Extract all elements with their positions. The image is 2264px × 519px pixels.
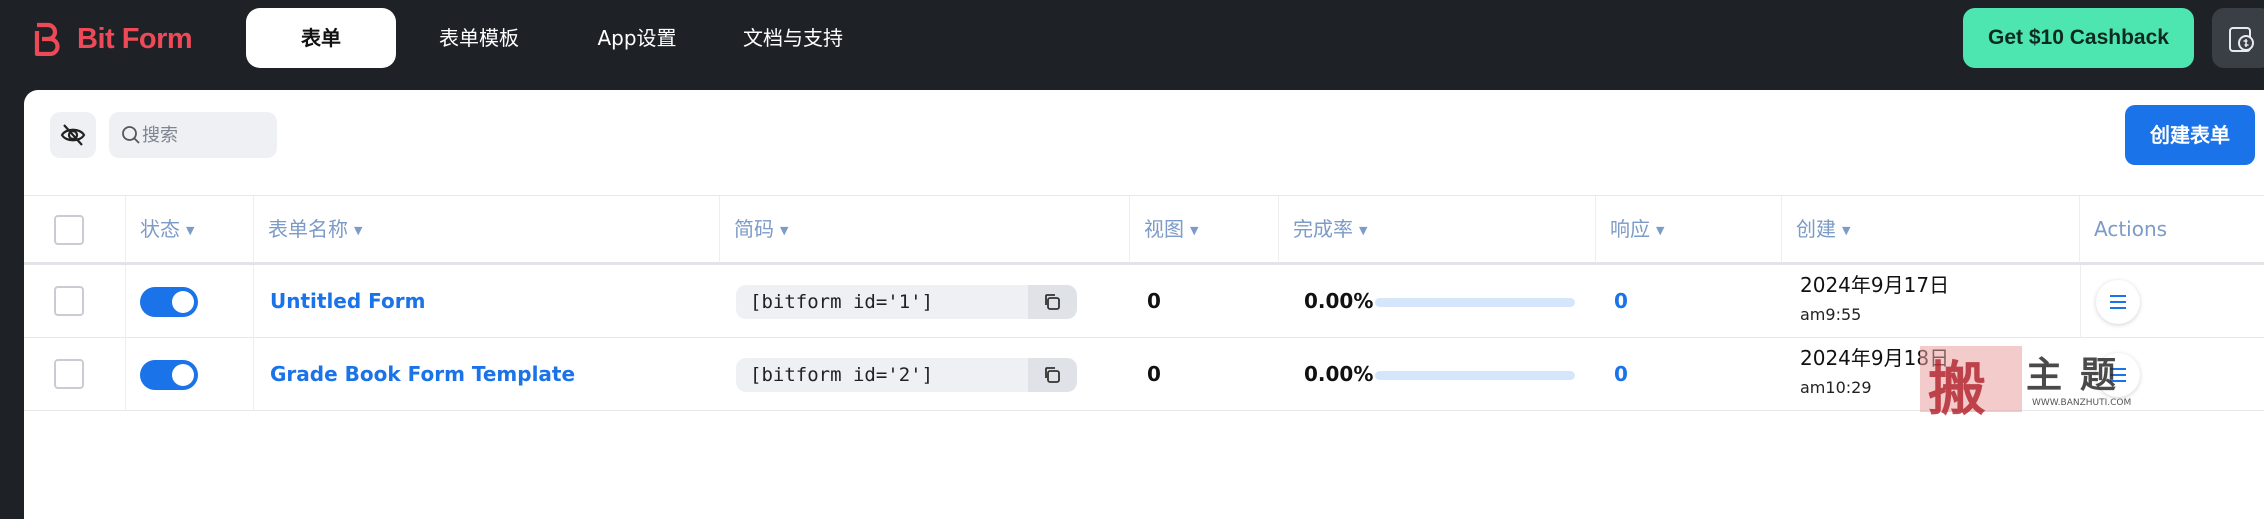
views-count: 0 (1147, 289, 1161, 313)
column-label: 表单名称 (268, 217, 348, 241)
responses-link[interactable]: 0 (1614, 338, 1628, 411)
column-header-status[interactable]: 状态 ▼ (126, 196, 254, 263)
column-label: 简码 (734, 217, 774, 241)
search-input[interactable] (142, 112, 272, 158)
created-time: am9:55 (1800, 305, 1862, 324)
form-name-link[interactable]: Untitled Form (270, 265, 425, 338)
watermark-title: 主题 (2026, 354, 2135, 396)
bit-form-logo-icon (34, 22, 60, 56)
actions-divider (2080, 265, 2081, 338)
forms-panel: 创建表单 状态 ▼ 表单名称 ▼ 简码 ▼ 视图 ▼ 完成率 ▼ 响应 ▼ 创建 ▼ Acti… (24, 90, 2264, 519)
sort-caret-icon: ▼ (1656, 224, 1665, 237)
watermark-url: WWW.BANZHUTI.COM (2032, 398, 2132, 408)
shortcode-text: [bitform id='1'] (750, 291, 934, 313)
tab-app-settings[interactable]: App设置 (562, 8, 712, 68)
tab-form-templates[interactable]: 表单模板 (404, 8, 554, 68)
column-label: 状态 (140, 217, 180, 241)
created-time: am10:29 (1800, 378, 1872, 397)
sort-caret-icon: ▼ (1190, 224, 1199, 237)
brand[interactable]: Bit Form (33, 20, 193, 58)
eye-off-icon (60, 124, 86, 146)
responses-link[interactable]: 0 (1614, 265, 1628, 338)
column-label: 创建 (1796, 217, 1836, 241)
top-navigation-bar: Bit Form 表单 表单模板 App设置 文档与支持 Get $10 Cas… (0, 0, 2264, 78)
clipboard-dollar-icon (2229, 27, 2254, 52)
create-form-button[interactable]: 创建表单 (2125, 105, 2255, 165)
column-label: 响应 (1610, 217, 1650, 241)
watermark: 搬 主题 WWW.BANZHUTI.COM (1920, 346, 2160, 423)
toggle-columns-button[interactable] (50, 112, 96, 158)
copy-shortcode-button[interactable] (1028, 358, 1077, 392)
completion-progress-bar (1375, 371, 1575, 380)
brand-name: Bit Form (77, 22, 193, 55)
copy-shortcode-button[interactable] (1028, 285, 1077, 319)
search-box[interactable] (109, 112, 277, 158)
header-select-cell (24, 196, 126, 263)
completion-progress-bar (1375, 298, 1575, 307)
copy-icon (1045, 294, 1060, 310)
sort-caret-icon: ▼ (354, 224, 363, 237)
completion-rate: 0.00% (1304, 362, 1374, 386)
table-header: 状态 ▼ 表单名称 ▼ 简码 ▼ 视图 ▼ 完成率 ▼ 响应 ▼ 创建 ▼ Actions (24, 195, 2264, 265)
shortcode-field: [bitform id='2'] (736, 358, 1037, 392)
column-label: 完成率 (1293, 217, 1353, 241)
form-name-link[interactable]: Grade Book Form Template (270, 338, 575, 411)
column-header-shortcode[interactable]: 简码 ▼ (720, 196, 1130, 263)
cashback-button[interactable]: Get $10 Cashback (1963, 8, 2194, 68)
column-header-views[interactable]: 视图 ▼ (1130, 196, 1279, 263)
sort-caret-icon: ▼ (1359, 224, 1368, 237)
side-panel-button[interactable] (2212, 8, 2264, 68)
copy-icon (1045, 367, 1060, 383)
sort-caret-icon: ▼ (186, 224, 195, 237)
column-label: 视图 (1144, 217, 1184, 241)
column-header-actions: Actions (2080, 196, 2264, 263)
column-header-created[interactable]: 创建 ▼ (1782, 196, 2080, 263)
shortcode-text: [bitform id='2'] (750, 364, 934, 386)
column-header-responses[interactable]: 响应 ▼ (1596, 196, 1782, 263)
sort-caret-icon: ▼ (1842, 224, 1851, 237)
select-all-checkbox[interactable] (54, 215, 84, 245)
sort-caret-icon: ▼ (780, 224, 789, 237)
search-icon (122, 126, 140, 144)
row-checkbox[interactable] (54, 286, 84, 316)
column-header-completion-rate[interactable]: 完成率 ▼ (1279, 196, 1596, 263)
shortcode-field: [bitform id='1'] (736, 285, 1037, 319)
status-toggle[interactable] (140, 287, 198, 317)
tab-docs-support[interactable]: 文档与支持 (718, 8, 868, 68)
table-row: Untitled Form [bitform id='1'] 0 0.00% 0… (24, 265, 2264, 338)
status-toggle[interactable] (140, 360, 198, 390)
views-count: 0 (1147, 362, 1161, 386)
column-header-form-name[interactable]: 表单名称 ▼ (254, 196, 720, 263)
completion-rate: 0.00% (1304, 289, 1374, 313)
created-date: 2024年9月17日 (1800, 273, 1950, 297)
row-actions-button[interactable] (2096, 280, 2140, 324)
watermark-seal-glyph: 搬 (1928, 355, 1987, 423)
menu-icon (2110, 295, 2126, 309)
tab-forms[interactable]: 表单 (246, 8, 396, 68)
row-checkbox[interactable] (54, 359, 84, 389)
column-label: Actions (2094, 217, 2168, 241)
